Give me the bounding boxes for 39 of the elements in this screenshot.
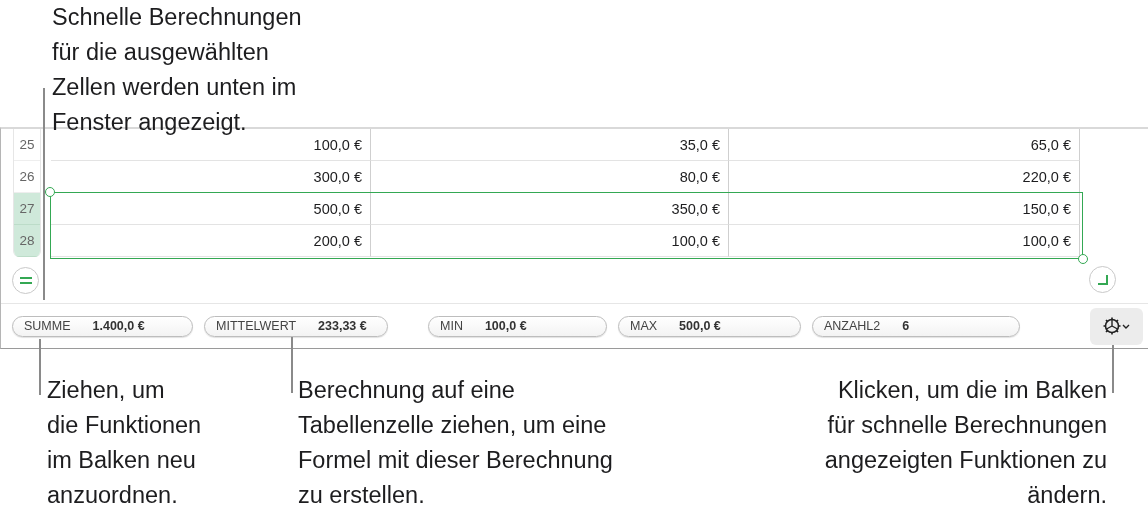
calculation-value: 6 [902,319,910,333]
calculation-pill[interactable]: SUMME 1.400,0 € [12,315,193,337]
callout-text: Berechnung auf eine Tabellenzelle ziehen, um eine Formel mit dieser Berechnung zu erstellen. [298,376,614,510]
leader-line [1112,345,1114,393]
calculation-value: 100,0 € [484,319,527,333]
calculation-pill[interactable]: MITTELWERT 233,33 € [204,315,388,337]
table-cell: 100,0 € [371,225,729,257]
leader-line [291,337,293,393]
table-cell: 220,0 € [729,161,1080,193]
table-cell: 200,0 € [51,225,371,257]
table-cell: 100,0 € [729,225,1080,257]
resize-button[interactable] [1089,266,1116,293]
table-cell: 35,0 € [371,129,729,161]
calculation-value: 500,0 € [679,319,721,333]
calculation-value: 1.400,0 € [92,319,145,333]
calculation-label: MIN [440,319,463,333]
calculation-label: MAX [630,319,658,333]
calculation-pill[interactable]: MIN 100,0 € [428,315,607,337]
calculation-label: SUMME [24,319,71,333]
calculation-value: 233,33 € [318,319,367,333]
table-cell: 150,0 € [729,193,1080,225]
selection-handle[interactable] [1078,254,1088,264]
row-number[interactable]: 27 [14,193,40,225]
row-number[interactable]: 28 [14,225,40,257]
settings-button[interactable] [1090,307,1143,345]
table-cell: 350,0 € [371,193,729,225]
calculation-pill[interactable]: ANZAHL2 6 [812,315,1020,337]
table-cell: 80,0 € [371,161,729,193]
calculation-label: MITTELWERT [216,319,297,333]
table-cell: 65,0 € [729,129,1080,161]
formula-button[interactable] [12,267,39,294]
leader-line [39,339,41,395]
calculation-pill[interactable]: MAX 500,0 € [618,315,801,337]
calculation-label: ANZAHL2 [824,319,881,333]
callout-text: Klicken, um die im Balken für schnelle Berechnungen angezeigten Funktionen zu ändern. [823,376,1107,510]
corner-icon [1097,274,1108,285]
settings-icon [1101,316,1132,336]
equals-icon [19,276,32,285]
callout-text: Ziehen, um die Funktionen im Balken neu anzuordnen. [47,376,203,510]
